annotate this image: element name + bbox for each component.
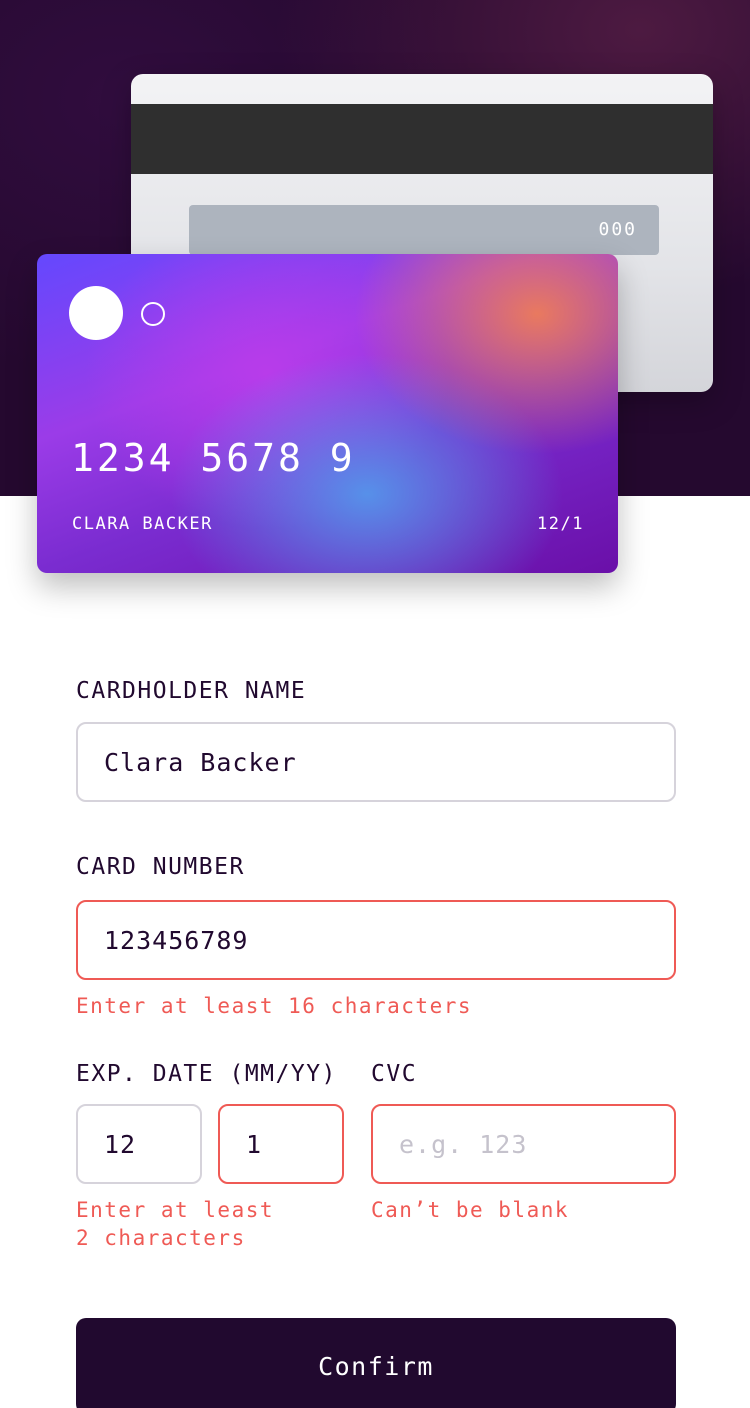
card-number-input[interactable] — [76, 900, 676, 980]
card-front-expiry: 12/1 — [537, 514, 584, 534]
exp-date-error-line1: Enter at least — [76, 1198, 275, 1222]
card-front-number: 1234 5678 9 — [71, 436, 356, 480]
card-logo-outline-circle-icon — [141, 302, 165, 326]
exp-year-input[interactable] — [218, 1104, 344, 1184]
card-logo-filled-circle-icon — [69, 286, 123, 340]
cvc-label: CVC — [371, 1061, 418, 1087]
cvc-error: Can’t be blank — [371, 1198, 570, 1222]
card-front-name: CLARA BACKER — [72, 514, 213, 534]
card-number-error: Enter at least 16 characters — [76, 994, 473, 1018]
card-back-cvc: 000 — [598, 219, 637, 240]
card-number-label: CARD NUMBER — [76, 854, 245, 880]
cardholder-name-label: CARDHOLDER NAME — [76, 678, 307, 704]
magnetic-stripe — [131, 104, 713, 174]
exp-month-input[interactable] — [76, 1104, 202, 1184]
cvc-input[interactable] — [371, 1104, 676, 1184]
card-front: 1234 5678 9 CLARA BACKER 12/1 — [37, 254, 618, 573]
signature-strip: 000 — [189, 205, 659, 255]
cardholder-name-input[interactable] — [76, 722, 676, 802]
exp-date-error: Enter at least 2 characters — [76, 1196, 274, 1252]
confirm-button[interactable]: Confirm — [76, 1318, 676, 1408]
exp-date-label: EXP. DATE (MM/YY) — [76, 1061, 337, 1087]
page: 000 1234 5678 9 CLARA BACKER 12/1 CARDHO… — [0, 0, 750, 1408]
exp-date-error-line2: 2 characters — [76, 1226, 246, 1250]
